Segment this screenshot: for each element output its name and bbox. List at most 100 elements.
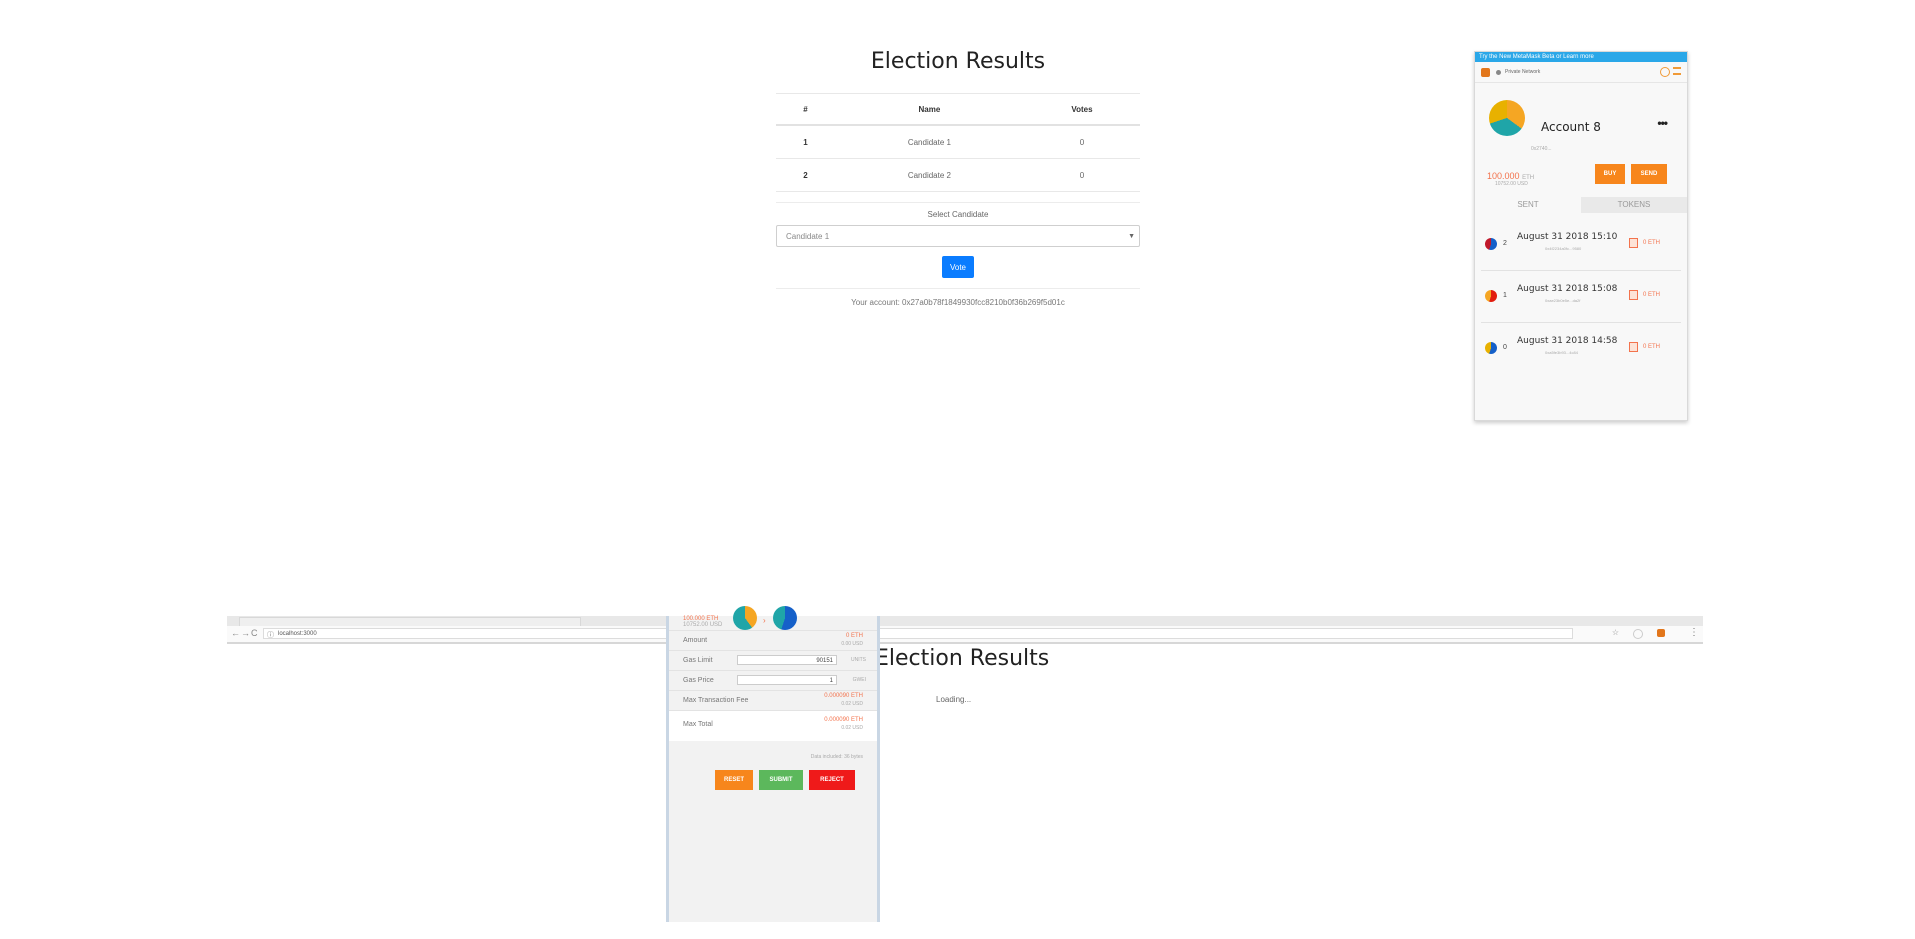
transaction-identicon [1485, 290, 1497, 302]
select-candidate-label: Select Candidate [776, 202, 1140, 223]
forward-arrow-icon[interactable]: → [241, 628, 250, 638]
max-total-label: Max Total [683, 721, 713, 728]
reload-icon[interactable]: C [251, 628, 258, 638]
metamask-popup: Try the New MetaMask Beta or Learn more … [1474, 51, 1688, 421]
transaction-recipient: 0xae23b0e5e...da2f [1545, 298, 1581, 303]
sender-balance-usd: 10752.00 USD [683, 622, 723, 628]
table-row: 1 Candidate 1 0 [776, 125, 1140, 159]
max-total-usd: 0.02 USD [841, 725, 863, 731]
hamburger-menu-icon[interactable] [1673, 67, 1681, 75]
metamask-fox-icon [1481, 67, 1490, 77]
send-button[interactable]: SEND [1631, 164, 1667, 184]
metamask-tabs: SENT TOKENS [1475, 197, 1687, 213]
candidate-id: 1 [776, 125, 835, 159]
chevron-down-icon: ▼ [1128, 233, 1135, 240]
network-selector[interactable]: Private Network [1505, 69, 1540, 75]
copy-icon[interactable] [1629, 342, 1638, 352]
network-status-icon [1496, 69, 1501, 75]
candidate-name: Candidate 2 [834, 158, 1024, 192]
gas-price-input[interactable]: 1 [737, 675, 837, 685]
transaction-identicon [1485, 238, 1497, 250]
amount-usd: 0.00 USD [841, 641, 863, 647]
info-icon[interactable]: ⓘ [267, 630, 274, 641]
balance-eth-value: 100.000 [1487, 171, 1520, 181]
metamask-navbar: Private Network [1475, 62, 1687, 83]
metamask-extension-icon[interactable] [1657, 629, 1665, 637]
transaction-recipient: 0xa5fe3b93...4c84 [1545, 350, 1578, 355]
transaction-recipient: 0x4f2234a0fc...9580 [1545, 246, 1582, 251]
gas-limit-row: Gas Limit 90151 UNITS [669, 650, 877, 671]
max-fee-usd: 0.02 USD [841, 701, 863, 707]
transaction-amount: 0 ETH [1643, 344, 1661, 350]
account-address[interactable]: 0x2740... [1531, 146, 1552, 152]
table-header-row: # Name Votes [776, 93, 1140, 126]
account-avatar [1489, 100, 1525, 136]
url-text: localhost:3000 [278, 631, 317, 637]
candidate-votes: 0 [1023, 125, 1140, 159]
gas-limit-unit: UNITS [851, 657, 866, 663]
beta-banner[interactable]: Try the New MetaMask Beta or Learn more [1475, 52, 1687, 62]
amount-label: Amount [683, 637, 708, 644]
transaction-item[interactable]: 0 August 31 2018 14:58 0xa5fe3b93...4c84… [1481, 322, 1681, 374]
transaction-nonce: 2 [1503, 240, 1507, 247]
tab-tokens[interactable]: TOKENS [1581, 197, 1687, 213]
submit-button[interactable]: SUBMIT [759, 770, 803, 790]
table-row: 2 Candidate 2 0 [776, 158, 1140, 192]
reject-button[interactable]: REJECT [809, 770, 855, 790]
reset-button[interactable]: RESET [715, 770, 753, 790]
balance-eth: 100.000 ETH [1487, 171, 1534, 181]
loading-text: Loading... [936, 695, 972, 704]
gas-limit-label: Gas Limit [683, 657, 713, 664]
arrow-right-icon: › [763, 616, 766, 625]
transaction-nonce: 1 [1503, 292, 1507, 299]
amount-row: Amount 0 ETH 0.00 USD [669, 630, 877, 651]
bookmark-star-icon[interactable]: ☆ [1612, 628, 1619, 637]
data-included-note: Data included: 36 bytes [810, 754, 863, 760]
transaction-date: August 31 2018 14:58 [1517, 336, 1618, 346]
browser-window: ← → C ⓘ localhost:3000 ☆ ⋮ [227, 616, 1703, 646]
copy-icon[interactable] [1629, 290, 1638, 300]
metamask-confirm-popup: 100.000 ETH 10752.00 USD › Amount 0 ETH … [666, 606, 880, 922]
candidate-votes: 0 [1023, 158, 1140, 192]
buy-button[interactable]: BUY [1595, 164, 1625, 184]
column-header-votes: Votes [1023, 93, 1140, 126]
extension-icon[interactable] [1633, 629, 1643, 639]
candidate-id: 2 [776, 158, 835, 192]
browser-menu-icon[interactable]: ⋮ [1689, 627, 1699, 638]
transaction-item[interactable]: 2 August 31 2018 15:10 0x4f2234a0fc...95… [1481, 218, 1681, 271]
election-app-top: Election Results # Name Votes 1 Candidat… [776, 40, 1140, 340]
results-table: # Name Votes 1 Candidate 1 0 2 Candidate… [776, 93, 1140, 192]
candidate-select-value: Candidate 1 [786, 232, 830, 241]
transaction-date: August 31 2018 15:10 [1517, 232, 1618, 242]
transaction-item[interactable]: 1 August 31 2018 15:08 0xae23b0e5e...da2… [1481, 270, 1681, 323]
transaction-date: August 31 2018 15:08 [1517, 284, 1618, 294]
sender-avatar [733, 606, 757, 630]
account-options-icon[interactable]: ••• [1657, 116, 1668, 130]
gas-price-row: Gas Price 1 GWEI [669, 670, 877, 691]
gas-limit-input[interactable]: 90151 [737, 655, 837, 665]
transaction-identicon [1485, 342, 1497, 354]
page-title: Election Results [870, 49, 1046, 74]
gas-price-label: Gas Price [683, 677, 714, 684]
back-arrow-icon[interactable]: ← [231, 628, 240, 638]
vote-button[interactable]: Vote [942, 256, 974, 278]
column-header-name: Name [834, 93, 1024, 126]
candidate-name: Candidate 1 [834, 125, 1024, 159]
recipient-avatar [773, 606, 797, 630]
account-name: Account 8 [1541, 120, 1601, 134]
copy-icon[interactable] [1629, 238, 1638, 248]
browser-toolbar: ← → C ⓘ localhost:3000 ☆ ⋮ [227, 626, 1703, 644]
transaction-amount: 0 ETH [1643, 240, 1661, 246]
balance-usd: 10752.00 USD [1495, 181, 1528, 187]
max-total-eth: 0.000090 ETH [824, 717, 863, 723]
tab-sent[interactable]: SENT [1475, 197, 1581, 213]
amount-eth: 0 ETH [845, 633, 863, 639]
page-title-bottom: Election Results [875, 646, 1050, 671]
transaction-nonce: 0 [1503, 344, 1507, 351]
candidate-select[interactable]: Candidate 1 ▼ [776, 225, 1140, 247]
account-switch-icon[interactable] [1660, 67, 1670, 77]
address-bar[interactable]: ⓘ localhost:3000 [263, 628, 1573, 639]
max-fee-eth: 0.000090 ETH [824, 693, 863, 699]
max-fee-row: Max Transaction Fee 0.000090 ETH 0.02 US… [669, 690, 877, 711]
column-header-id: # [776, 93, 835, 126]
